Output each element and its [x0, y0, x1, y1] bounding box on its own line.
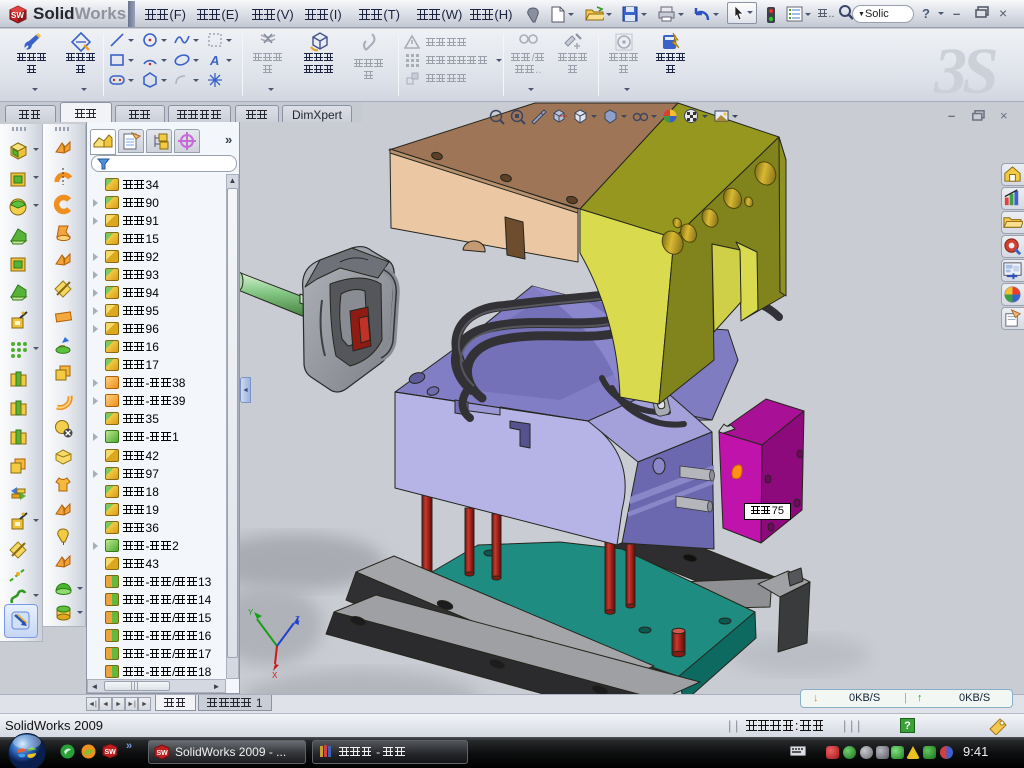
svg-text:Z: Z — [295, 615, 300, 624]
svg-text:SW: SW — [11, 11, 24, 20]
svg-text:X: X — [272, 671, 278, 680]
svg-text:SW: SW — [157, 750, 169, 757]
svg-text:Y: Y — [248, 608, 254, 617]
svg-text:SW: SW — [105, 749, 117, 756]
svg-text:A: A — [209, 53, 219, 68]
